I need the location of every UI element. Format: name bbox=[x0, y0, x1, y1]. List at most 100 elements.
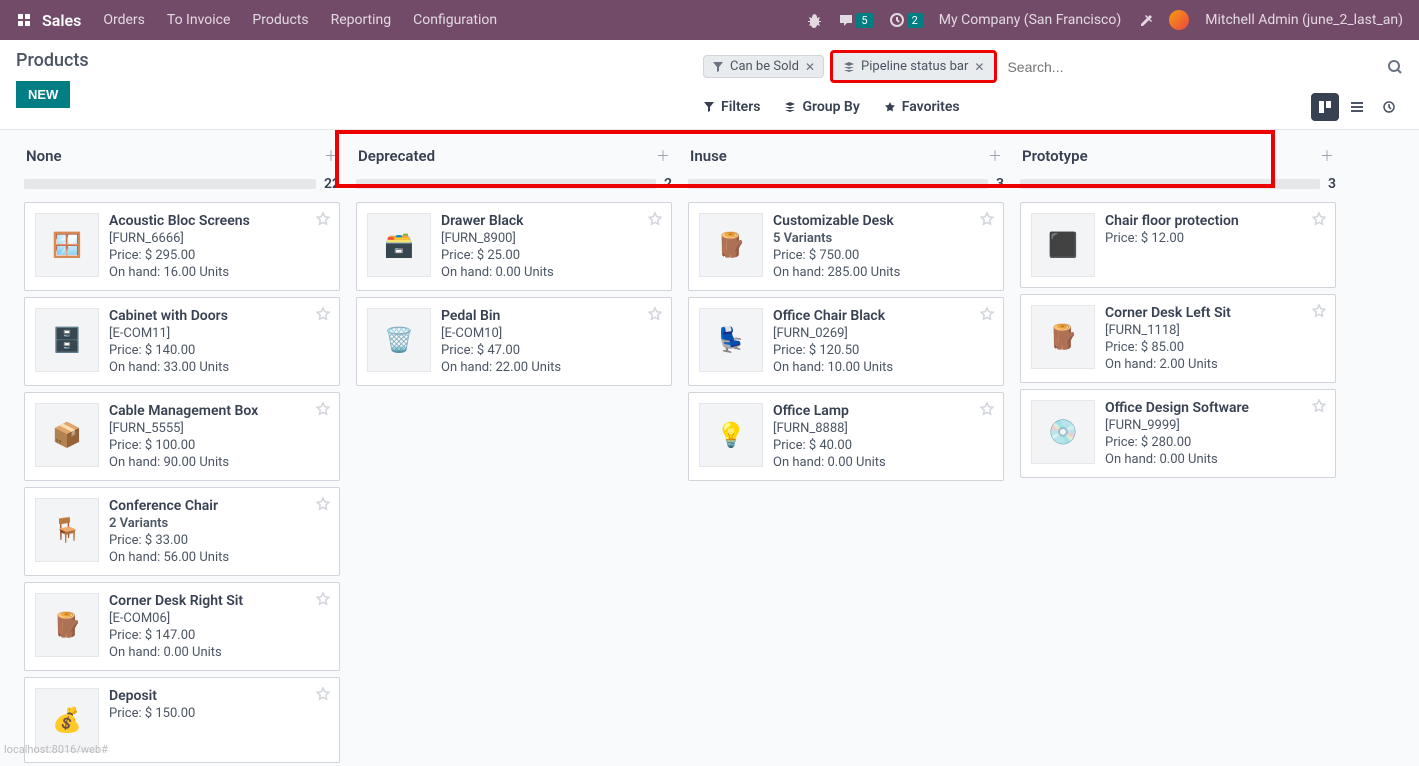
group-chip-pipeline[interactable]: Pipeline status bar ✕ bbox=[830, 50, 997, 83]
nav-to-invoice[interactable]: To Invoice bbox=[167, 12, 231, 28]
favorite-star-icon[interactable] bbox=[979, 306, 995, 322]
product-ref: [E-COM11] bbox=[109, 326, 329, 341]
product-variants: 5 Variants bbox=[773, 231, 993, 246]
product-variants: 2 Variants bbox=[109, 516, 329, 531]
favorite-star-icon[interactable] bbox=[1311, 211, 1327, 227]
chip-close-icon[interactable]: ✕ bbox=[805, 60, 815, 74]
product-onhand: On hand: 10.00 Units bbox=[773, 360, 993, 375]
product-name: Conference Chair bbox=[109, 498, 329, 514]
settings-icon[interactable] bbox=[1137, 12, 1153, 28]
favorite-star-icon[interactable] bbox=[647, 306, 663, 322]
product-onhand: On hand: 0.00 Units bbox=[441, 265, 661, 280]
product-name: Cabinet with Doors bbox=[109, 308, 329, 324]
nav-reporting[interactable]: Reporting bbox=[331, 12, 392, 28]
company-selector[interactable]: My Company (San Francisco) bbox=[939, 12, 1121, 28]
product-card[interactable]: 🗃️Drawer Black[FURN_8900]Price: $ 25.00O… bbox=[356, 202, 672, 291]
search-bar: Can be Sold ✕ Pipeline status bar ✕ bbox=[703, 50, 1403, 83]
product-image: 🗃️ bbox=[367, 213, 431, 277]
column-title: Inuse bbox=[690, 147, 727, 165]
search-icon[interactable] bbox=[1387, 59, 1403, 75]
favorite-star-icon[interactable] bbox=[647, 211, 663, 227]
activity-icon[interactable]: 2 bbox=[889, 12, 923, 28]
nav-configuration[interactable]: Configuration bbox=[413, 12, 497, 28]
favorite-star-icon[interactable] bbox=[1311, 303, 1327, 319]
user-name[interactable]: Mitchell Admin (june_2_last_an) bbox=[1205, 12, 1403, 28]
product-onhand: On hand: 22.00 Units bbox=[441, 360, 661, 375]
favorite-star-icon[interactable] bbox=[315, 306, 331, 322]
product-image: 🪑 bbox=[35, 498, 99, 562]
favorite-star-icon[interactable] bbox=[979, 211, 995, 227]
product-ref: [FURN_6666] bbox=[109, 231, 329, 246]
favorite-star-icon[interactable] bbox=[1311, 398, 1327, 414]
product-price: Price: $ 12.00 bbox=[1105, 231, 1325, 246]
product-card[interactable]: 📦Cable Management Box[FURN_5555]Price: $… bbox=[24, 392, 340, 481]
column-progress[interactable] bbox=[24, 179, 316, 189]
product-card[interactable]: 🪵Corner Desk Right Sit[E-COM06]Price: $ … bbox=[24, 582, 340, 671]
filters-button[interactable]: Filters bbox=[703, 99, 760, 115]
product-onhand: On hand: 16.00 Units bbox=[109, 265, 329, 280]
product-onhand: On hand: 2.00 Units bbox=[1105, 357, 1325, 372]
product-card[interactable]: 🪵Customizable Desk5 VariantsPrice: $ 750… bbox=[688, 202, 1004, 291]
product-card[interactable]: 🗑️Pedal Bin[E-COM10]Price: $ 47.00On han… bbox=[356, 297, 672, 386]
chip-close-icon[interactable]: ✕ bbox=[974, 60, 984, 74]
favorite-star-icon[interactable] bbox=[315, 496, 331, 512]
product-price: Price: $ 100.00 bbox=[109, 438, 329, 453]
product-card[interactable]: 🗄️Cabinet with Doors[E-COM11]Price: $ 14… bbox=[24, 297, 340, 386]
product-card[interactable]: 💺Office Chair Black[FURN_0269]Price: $ 1… bbox=[688, 297, 1004, 386]
column-progress[interactable] bbox=[688, 179, 988, 189]
product-onhand: On hand: 0.00 Units bbox=[109, 645, 329, 660]
activity-view-button[interactable] bbox=[1375, 93, 1403, 121]
star-icon bbox=[884, 101, 896, 113]
list-view-button[interactable] bbox=[1343, 93, 1371, 121]
column-progress[interactable] bbox=[356, 179, 656, 189]
product-image: 🪵 bbox=[35, 593, 99, 657]
product-onhand: On hand: 56.00 Units bbox=[109, 550, 329, 565]
product-card[interactable]: 🪵Corner Desk Left Sit[FURN_1118]Price: $… bbox=[1020, 294, 1336, 383]
messaging-icon[interactable]: 5 bbox=[838, 12, 872, 28]
product-ref: [E-COM06] bbox=[109, 611, 329, 626]
add-card-icon[interactable]: ＋ bbox=[656, 146, 670, 166]
search-input[interactable] bbox=[1003, 55, 1381, 79]
kanban-column: Inuse ＋ 3 🪵Customizable Desk5 VariantsPrice… bbox=[680, 142, 1012, 481]
filter-chip-can-be-sold[interactable]: Can be Sold ✕ bbox=[703, 55, 824, 78]
product-ref: [FURN_8888] bbox=[773, 421, 993, 436]
product-onhand: On hand: 285.00 Units bbox=[773, 265, 993, 280]
nav-orders[interactable]: Orders bbox=[103, 12, 145, 28]
product-card[interactable]: 🪟Acoustic Bloc Screens[FURN_6666]Price: … bbox=[24, 202, 340, 291]
favorite-star-icon[interactable] bbox=[979, 401, 995, 417]
add-card-icon[interactable]: ＋ bbox=[1320, 146, 1334, 166]
column-title: Deprecated bbox=[358, 147, 435, 165]
favorite-star-icon[interactable] bbox=[315, 211, 331, 227]
favorite-star-icon[interactable] bbox=[315, 591, 331, 607]
column-progress[interactable] bbox=[1020, 179, 1320, 189]
debug-icon[interactable] bbox=[806, 12, 822, 28]
chip-label: Pipeline status bar bbox=[861, 59, 968, 74]
user-avatar[interactable] bbox=[1169, 10, 1189, 30]
product-card[interactable]: 💿Office Design Software[FURN_9999]Price:… bbox=[1020, 389, 1336, 478]
add-card-icon[interactable]: ＋ bbox=[988, 146, 1002, 166]
column-count: 3 bbox=[996, 176, 1004, 192]
product-card[interactable]: 🪑Conference Chair2 VariantsPrice: $ 33.0… bbox=[24, 487, 340, 576]
status-url: localhost:8016/web# bbox=[4, 743, 108, 756]
app-brand[interactable]: Sales bbox=[16, 11, 81, 30]
product-image: 🪟 bbox=[35, 213, 99, 277]
favorite-star-icon[interactable] bbox=[315, 401, 331, 417]
product-price: Price: $ 40.00 bbox=[773, 438, 993, 453]
groupby-button[interactable]: Group By bbox=[784, 99, 859, 115]
favorites-button[interactable]: Favorites bbox=[884, 99, 960, 115]
product-card[interactable]: 💡Office Lamp[FURN_8888]Price: $ 40.00On … bbox=[688, 392, 1004, 481]
add-card-icon[interactable]: ＋ bbox=[324, 146, 338, 166]
kanban-column: Prototype＋3⬛Chair floor protectionPrice:… bbox=[1012, 142, 1344, 478]
product-name: Office Lamp bbox=[773, 403, 993, 419]
favorite-star-icon[interactable] bbox=[315, 686, 331, 702]
column-count: 2 bbox=[664, 176, 672, 192]
main-navbar: Sales Orders To Invoice Products Reporti… bbox=[0, 0, 1419, 40]
product-card[interactable]: ⬛Chair floor protectionPrice: $ 12.00 bbox=[1020, 202, 1336, 288]
kanban-view-button[interactable] bbox=[1311, 93, 1339, 121]
new-button[interactable]: NEW bbox=[16, 81, 70, 108]
product-name: Office Design Software bbox=[1105, 400, 1325, 416]
product-price: Price: $ 120.50 bbox=[773, 343, 993, 358]
nav-products[interactable]: Products bbox=[252, 12, 308, 28]
product-image: 🗑️ bbox=[367, 308, 431, 372]
groupby-label: Group By bbox=[802, 99, 859, 115]
